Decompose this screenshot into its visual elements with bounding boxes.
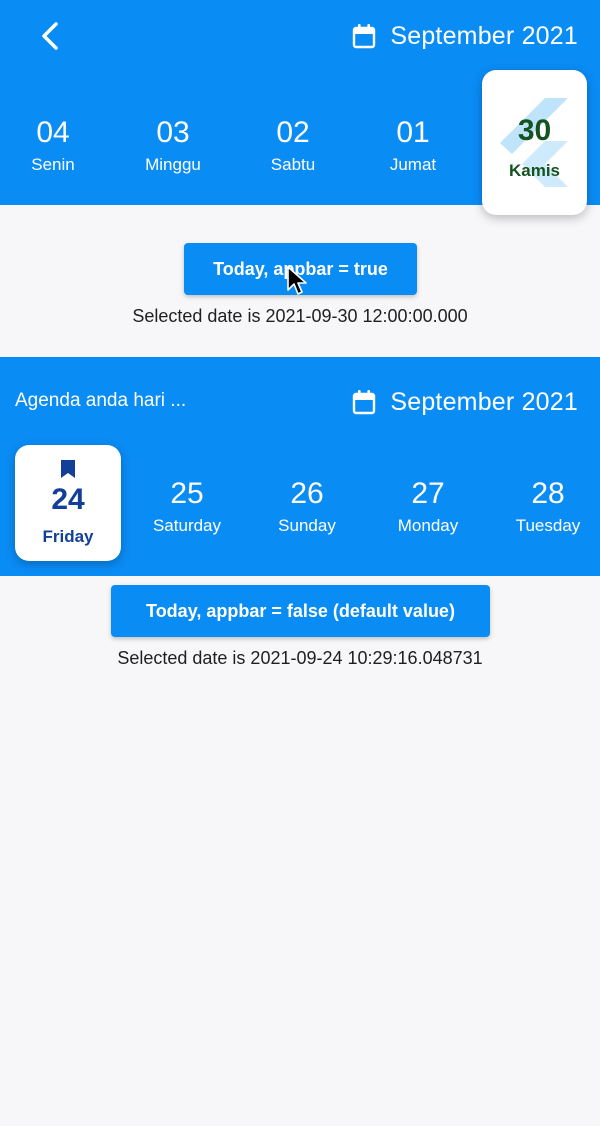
calendar-icon [353,390,376,415]
day-number: 01 [396,116,430,149]
selected-date-text: Selected date is 2021-09-30 12:00:00.000 [132,306,468,326]
day-name: Minggu [145,155,201,174]
day-name: Saturday [152,516,222,535]
month-label: September 2021 [390,387,578,416]
day-item[interactable]: 02 Sabtu [238,116,348,176]
day-name: Senin [31,155,75,174]
selected-day-number: 24 [51,483,85,516]
day-number: 26 [290,477,324,510]
day-number: 28 [531,477,565,510]
day-number: 02 [276,116,310,149]
day-name: Sunday [278,516,336,535]
agenda-title: Agenda anda hari ... [15,390,187,411]
selected-day-name: Friday [42,527,94,546]
day-number: 04 [36,116,70,149]
back-button[interactable] [30,16,70,56]
day-item[interactable]: 28 Tuesday [493,477,600,537]
day-item[interactable]: 27 Monday [373,477,483,537]
selected-day-card[interactable]: 24 Friday [15,445,121,561]
month-picker[interactable]: September 2021 [352,18,578,54]
day-name: Tuesday [515,516,581,535]
today-appbar-false-button[interactable]: Today, appbar = false (default value) [111,585,490,637]
day-name: Monday [397,516,459,535]
selected-day-card[interactable]: 30 Kamis [482,70,587,215]
day-number: 25 [170,477,204,510]
day-item[interactable]: 04 Senin [0,116,108,176]
day-number: 27 [411,477,445,510]
day-number: 03 [156,116,190,149]
selected-date-text: Selected date is 2021-09-24 10:29:16.048… [117,648,483,668]
day-item[interactable]: 26 Sunday [252,477,362,537]
mouse-cursor-icon [287,266,307,295]
day-item[interactable]: 25 Saturday [132,477,242,537]
month-picker[interactable]: September 2021 [352,384,578,420]
bookmark-icon [61,460,75,478]
day-item[interactable]: 03 Minggu [118,116,228,176]
selected-day-name: Kamis [508,161,561,180]
month-label: September 2021 [390,21,578,50]
calendar-icon [353,24,376,49]
agenda-app-bar: Agenda anda hari ... September 2021 24 F… [0,357,600,576]
day-name: Sabtu [270,155,316,174]
day-name: Jumat [389,155,437,174]
day-item[interactable]: 01 Jumat [358,116,468,176]
chevron-left-icon [42,22,58,50]
selected-day-number: 30 [517,114,552,147]
